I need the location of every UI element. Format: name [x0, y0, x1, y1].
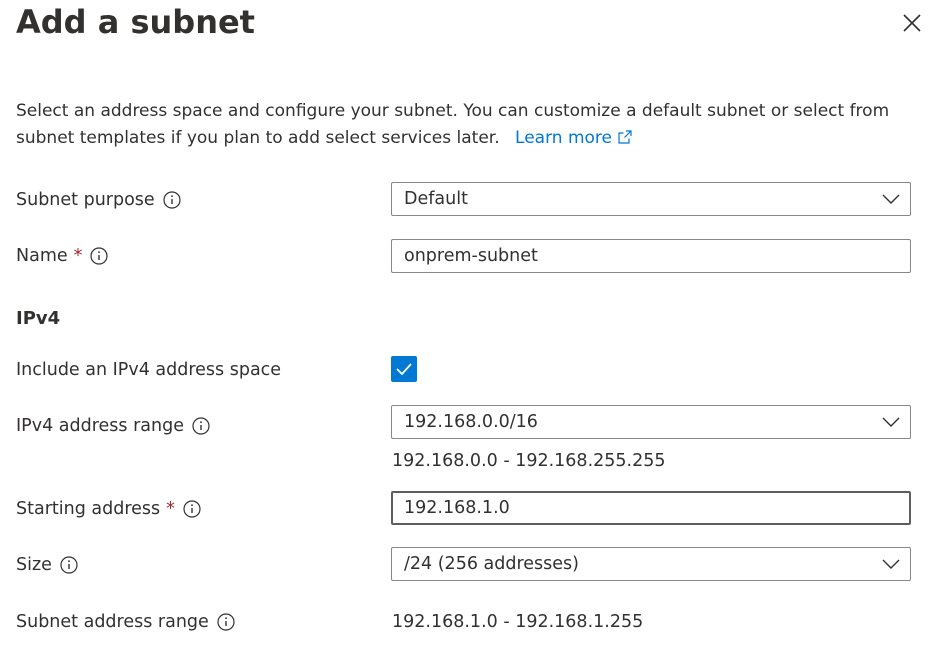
size-value: /24 (256 addresses)	[404, 554, 579, 574]
panel-description: Select an address space and configure yo…	[16, 98, 921, 152]
include-ipv4-label: Include an IPv4 address space	[16, 360, 281, 380]
ipv4-range-label: IPv4 address range	[16, 416, 210, 436]
starting-address-input[interactable]: 192.168.1.0	[391, 491, 911, 525]
info-icon[interactable]	[217, 613, 235, 631]
ipv4-range-dropdown[interactable]: 192.168.0.0/16	[391, 405, 911, 439]
checkmark-icon	[396, 363, 412, 375]
chevron-down-icon	[882, 559, 900, 569]
panel-title: Add a subnet	[16, 3, 255, 41]
name-value: onprem-subnet	[404, 246, 538, 266]
include-ipv4-label-text: Include an IPv4 address space	[16, 360, 282, 380]
subnet-purpose-label-text: Subnet purpose	[16, 190, 155, 210]
learn-more-label: Learn more	[515, 128, 612, 148]
info-icon[interactable]	[183, 500, 201, 518]
size-label: Size	[16, 555, 78, 575]
info-icon[interactable]	[163, 191, 181, 209]
info-icon[interactable]	[192, 417, 210, 435]
required-marker: *	[166, 499, 175, 519]
starting-address-label: Starting address *	[16, 499, 201, 519]
include-ipv4-checkbox[interactable]	[391, 356, 417, 382]
subnet-range-label-text: Subnet address range	[16, 612, 209, 632]
name-label: Name *	[16, 246, 108, 266]
chevron-down-icon	[882, 417, 900, 427]
subnet-range-label: Subnet address range	[16, 612, 235, 632]
external-link-icon	[618, 130, 632, 144]
name-label-text: Name	[16, 246, 68, 266]
ipv4-range-hint: 192.168.0.0 - 192.168.255.255	[392, 451, 666, 471]
starting-address-value: 192.168.1.0	[404, 498, 510, 518]
subnet-purpose-value: Default	[404, 189, 468, 209]
info-icon[interactable]	[60, 556, 78, 574]
name-input[interactable]: onprem-subnet	[391, 239, 911, 273]
ipv4-range-value: 192.168.0.0/16	[404, 412, 538, 432]
size-label-text: Size	[16, 555, 52, 575]
subnet-purpose-label: Subnet purpose	[16, 190, 181, 210]
chevron-down-icon	[882, 194, 900, 204]
size-dropdown[interactable]: /24 (256 addresses)	[391, 547, 911, 581]
starting-address-label-text: Starting address	[16, 499, 161, 519]
info-icon[interactable]	[90, 247, 108, 265]
learn-more-link[interactable]: Learn more	[515, 128, 632, 148]
ipv4-section-heading: IPv4	[16, 308, 61, 329]
subnet-range-value: 192.168.1.0 - 192.168.1.255	[392, 612, 644, 632]
subnet-purpose-dropdown[interactable]: Default	[391, 182, 911, 216]
close-icon[interactable]	[899, 10, 925, 36]
description-text: Select an address space and configure yo…	[16, 101, 890, 148]
required-marker: *	[73, 246, 83, 266]
ipv4-range-label-text: IPv4 address range	[16, 416, 184, 436]
